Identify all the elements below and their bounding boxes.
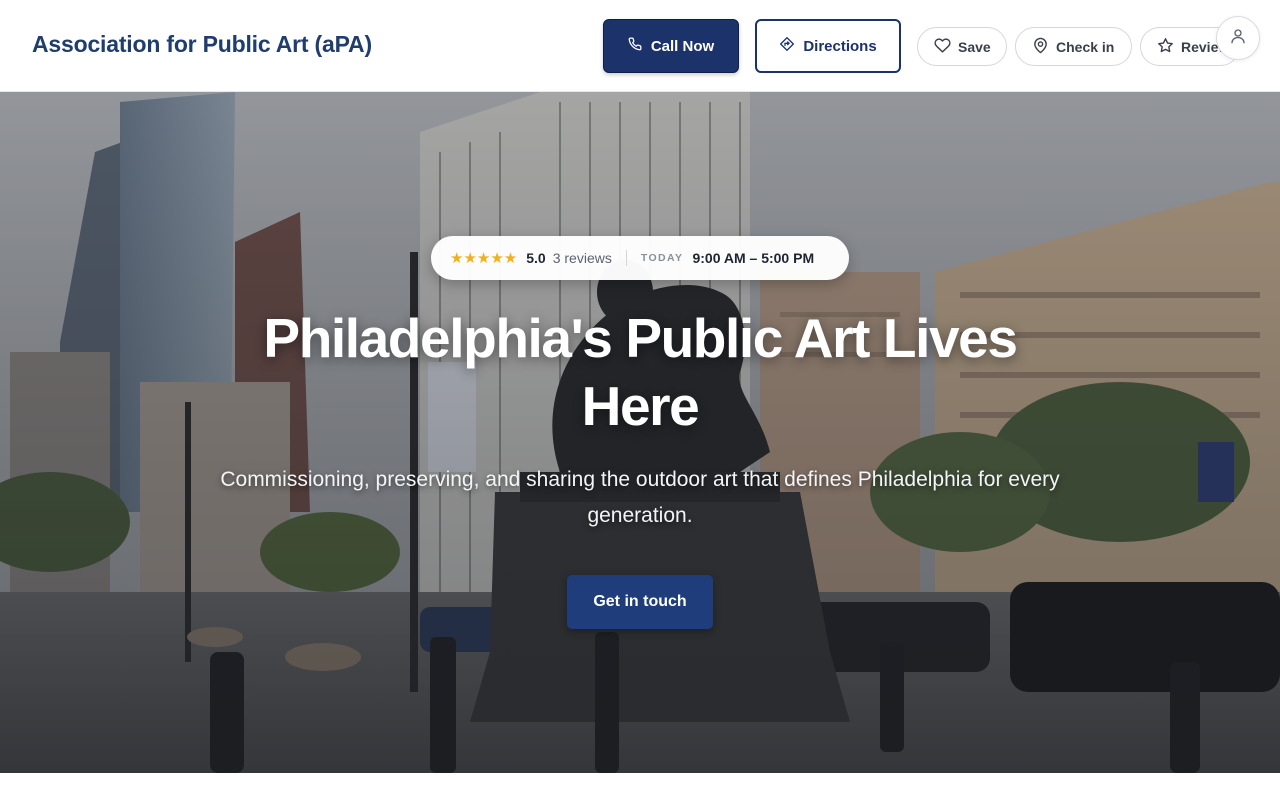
phone-icon [628, 37, 642, 55]
hero-subtitle: Commissioning, preserving, and sharing t… [220, 468, 1060, 527]
hero-title: Philadelphia's Public Art Lives Here [263, 307, 1018, 437]
today-label: TODAY [640, 252, 684, 264]
save-button[interactable]: Save [917, 27, 1007, 66]
review-count-link[interactable]: 3 reviews [553, 250, 612, 266]
rating-score: 5.0 [526, 250, 546, 266]
user-icon [1229, 27, 1247, 50]
user-account-button[interactable] [1216, 16, 1260, 60]
call-now-button[interactable]: Call Now [603, 19, 739, 73]
opening-hours: 9:00 AM – 5:00 PM [692, 250, 815, 266]
rating-hours-badge: ★★★★★ 5.0 3 reviews TODAY 9:00 AM – 5:00… [431, 236, 849, 280]
star-icon [1157, 37, 1174, 57]
directions-icon [779, 36, 795, 56]
check-in-label: Check in [1056, 38, 1115, 55]
badge-divider [625, 250, 627, 266]
directions-button[interactable]: Directions [755, 19, 901, 73]
get-in-touch-button[interactable]: Get in touch [567, 575, 713, 629]
rating-stars: ★★★★★ [450, 250, 518, 267]
save-label: Save [958, 38, 991, 55]
check-in-button[interactable]: Check in [1015, 27, 1132, 66]
directions-label: Directions [803, 37, 877, 55]
site-header: Association for Public Art (aPA) Call No… [0, 0, 1280, 92]
call-now-label: Call Now [650, 37, 715, 55]
brand-name[interactable]: Association for Public Art (aPA) [32, 31, 372, 58]
heart-icon [934, 37, 951, 57]
hero-section: ★★★★★ 5.0 3 reviews TODAY 9:00 AM – 5:00… [0, 92, 1280, 773]
map-pin-icon [1032, 37, 1049, 57]
